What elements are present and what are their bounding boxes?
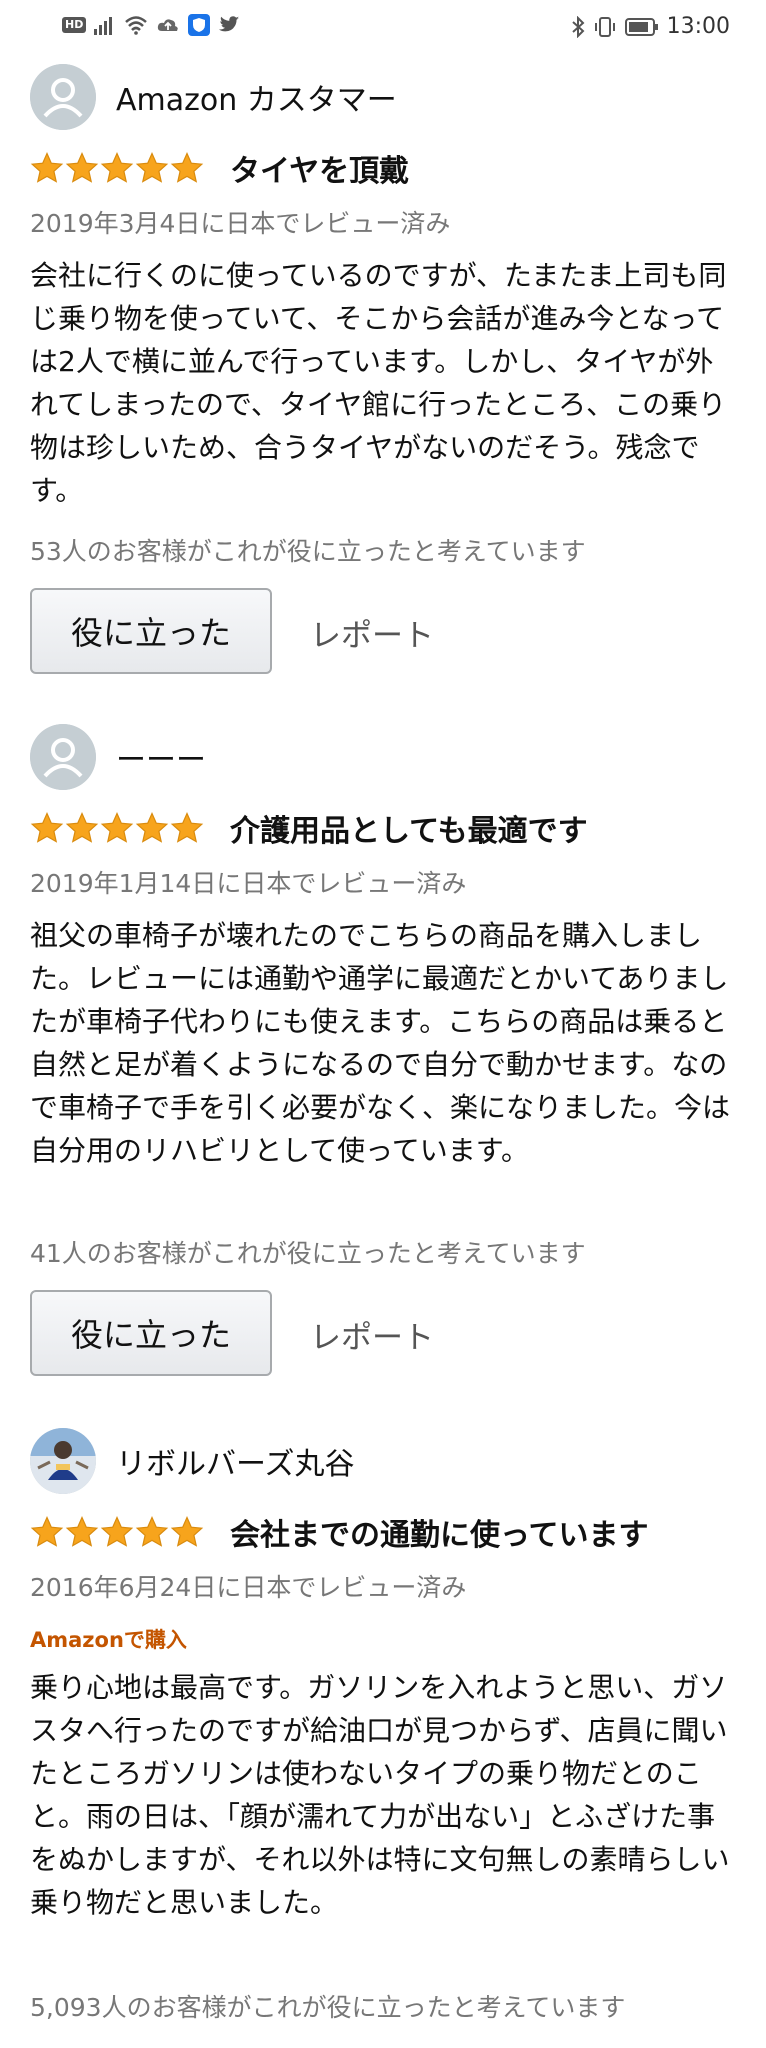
- avatar: [30, 724, 96, 790]
- twitter-icon: [219, 16, 240, 32]
- signal-icon: [94, 17, 113, 35]
- reviewer[interactable]: Amazon カスタマー: [30, 64, 397, 130]
- helpful-count: 5,093人のお客様がこれが役に立ったと考えています: [30, 1993, 626, 2022]
- review-date: 2019年3月4日に日本でレビュー済み: [30, 209, 451, 238]
- review-body: 会社に行くのに使っているのですが、たまたま上司も同じ乗り物を使っていて、そこから…: [30, 259, 727, 507]
- helpful-button[interactable]: 役に立った: [30, 588, 272, 674]
- star-rating: [30, 1516, 204, 1548]
- star-icon: [30, 1516, 64, 1547]
- review-title[interactable]: 会社までの通勤に使っています: [230, 1510, 649, 1554]
- star-icon: [30, 812, 64, 843]
- star-icon: [100, 1516, 134, 1547]
- battery-icon: [624, 17, 658, 36]
- helpful-count: 41人のお客様がこれが役に立ったと考えています: [30, 1239, 586, 1268]
- rating-row: タイヤを頂戴: [30, 146, 409, 190]
- vibrate-icon: [594, 16, 615, 37]
- status-bar: HD 13:00: [0, 0, 766, 58]
- star-icon: [65, 1516, 99, 1547]
- reviewer[interactable]: リボルバーズ丸谷: [30, 1428, 355, 1494]
- star-icon: [170, 812, 204, 843]
- star-icon: [170, 152, 204, 183]
- cloud-upload-icon: [158, 19, 179, 31]
- avatar: [30, 1428, 96, 1494]
- reviewer-name: リボルバーズ丸谷: [116, 1447, 355, 1482]
- review-date: 2016年6月24日に日本でレビュー済み: [30, 1573, 467, 1602]
- helpful-count: 53人のお客様がこれが役に立ったと考えています: [30, 537, 586, 566]
- star-rating: [30, 152, 204, 184]
- shield-app-icon: [188, 14, 211, 36]
- default-user-icon: [30, 64, 96, 130]
- star-icon: [30, 152, 64, 183]
- star-icon: [65, 812, 99, 843]
- verified-purchase-badge: Amazonで購入: [30, 1628, 187, 1652]
- star-icon: [135, 152, 169, 183]
- review-body: 乗り心地は最高です。ガソリンを入れようと思い、ガソスタへ行ったのですが給油口が見…: [30, 1671, 730, 1919]
- default-user-icon: [30, 724, 96, 790]
- profile-photo-icon: [30, 1428, 96, 1494]
- report-link[interactable]: レポート: [310, 610, 434, 655]
- reviewer[interactable]: ーーー: [30, 724, 206, 790]
- star-icon: [100, 152, 134, 183]
- reviewer-name: Amazon カスタマー: [116, 83, 397, 118]
- reviewer-name: ーーー: [116, 743, 206, 778]
- star-icon: [135, 1516, 169, 1547]
- report-link[interactable]: レポート: [310, 1312, 434, 1357]
- clock: 13:00: [666, 14, 730, 39]
- rating-row: 介護用品としても最適です: [30, 806, 588, 850]
- star-icon: [135, 812, 169, 843]
- hd-icon: HD: [62, 17, 87, 33]
- helpful-button[interactable]: 役に立った: [30, 1290, 272, 1376]
- star-icon: [100, 812, 134, 843]
- star-icon: [170, 1516, 204, 1547]
- wifi-icon: [125, 16, 148, 35]
- review-title[interactable]: 介護用品としても最適です: [230, 806, 588, 850]
- rating-row: 会社までの通勤に使っています: [30, 1510, 649, 1554]
- bluetooth-icon: [571, 15, 585, 38]
- review-body: 祖父の車椅子が壊れたのでこちらの商品を購入しました。レビューには通勤や通学に最適…: [30, 919, 731, 1167]
- avatar: [30, 64, 96, 130]
- star-icon: [65, 152, 99, 183]
- review-title[interactable]: タイヤを頂戴: [230, 146, 409, 190]
- star-rating: [30, 812, 204, 844]
- review-date: 2019年1月14日に日本でレビュー済み: [30, 869, 467, 898]
